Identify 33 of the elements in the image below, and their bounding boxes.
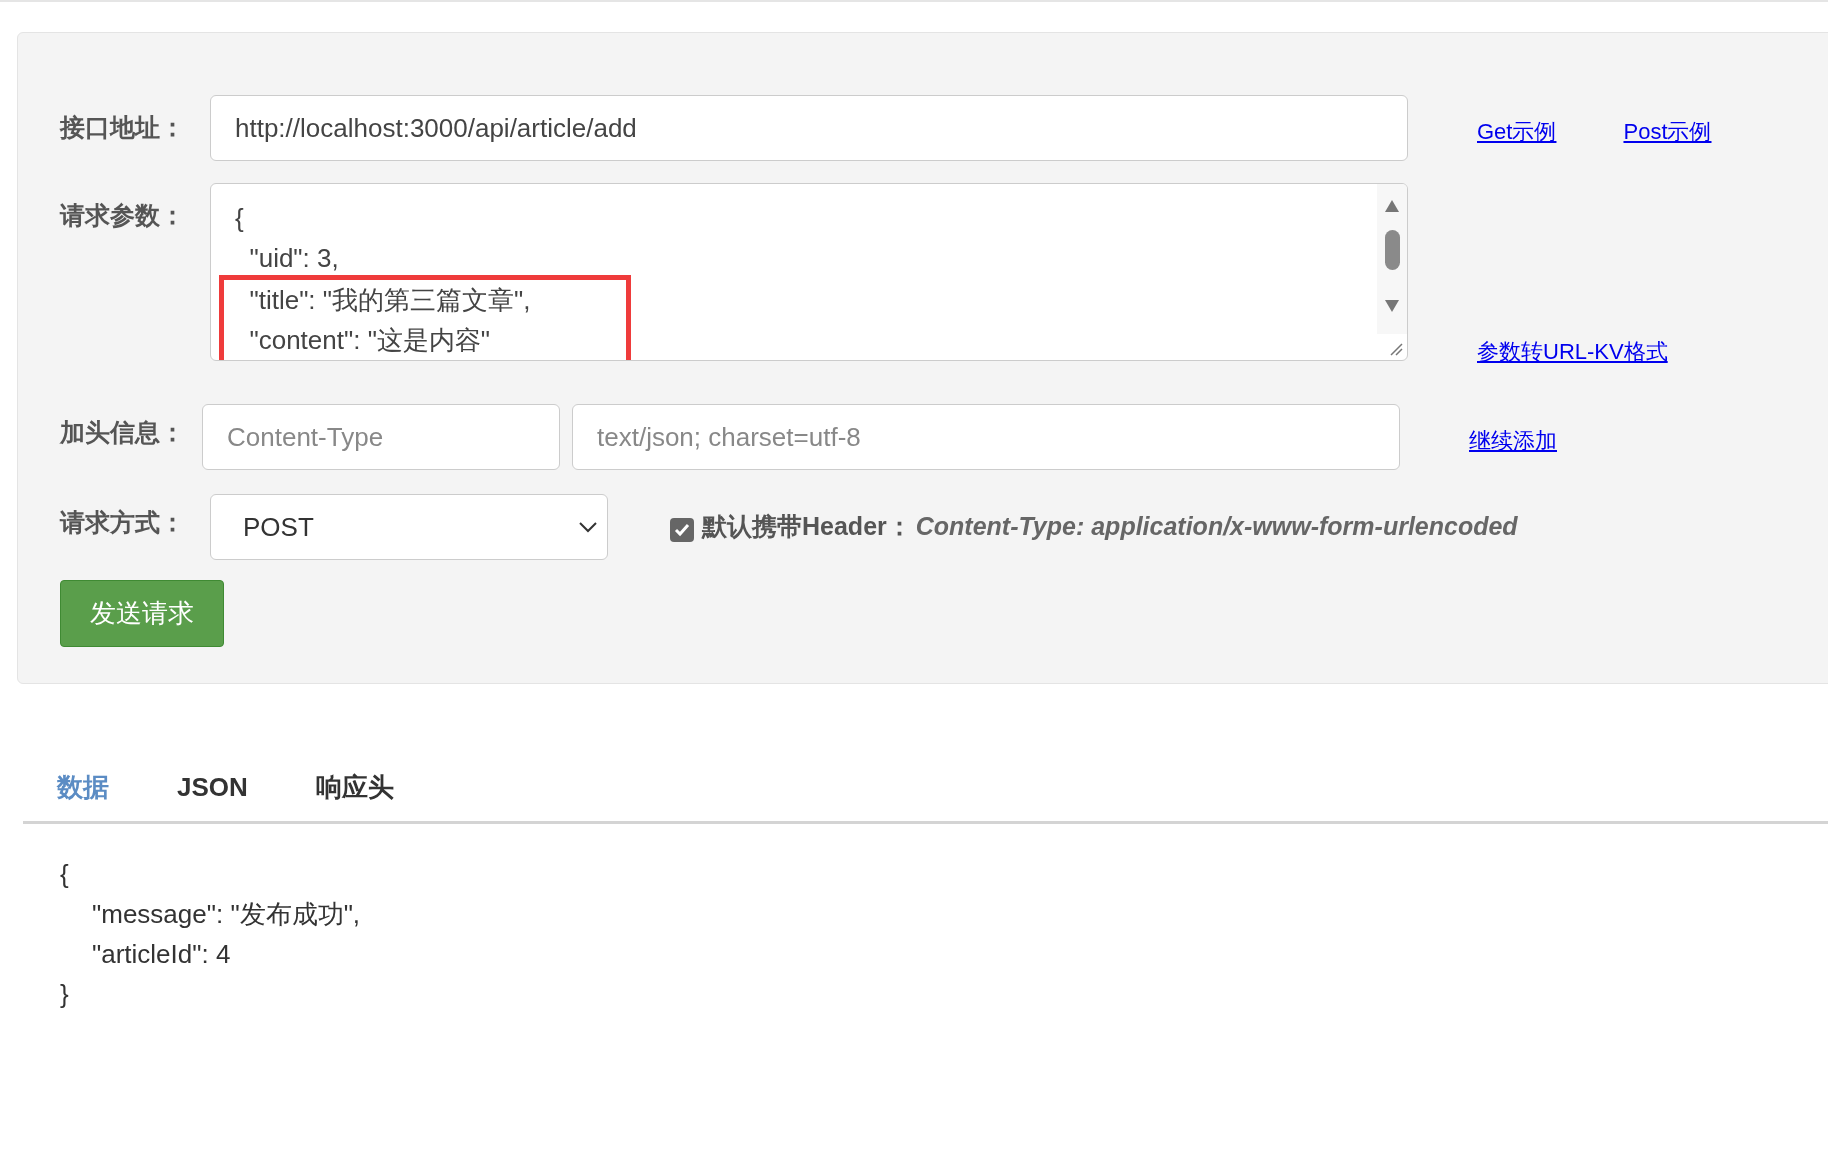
code-line: "content": "这是内容"	[248, 324, 491, 357]
header-value-field[interactable]: text/json; charset=utf-8	[572, 404, 1400, 470]
code-line: "title": "我的第三篇文章",	[248, 284, 531, 317]
header-name-field[interactable]: Content-Type	[202, 404, 560, 470]
response-line: "message": "发布成功",	[91, 898, 361, 931]
response-line: }	[60, 978, 69, 1011]
resize-handle-icon[interactable]	[1389, 342, 1403, 356]
convert-link[interactable]: 参数转URL-KV格式	[1477, 335, 1668, 368]
tab[interactable]: 数据	[57, 768, 109, 821]
checkbox-label: 默认携带Header：	[702, 511, 912, 542]
url-field[interactable]: http://localhost:3000/api/article/add	[210, 95, 1408, 161]
add-header-link[interactable]: 继续添加	[1469, 424, 1557, 457]
example-link[interactable]: Get示例	[1477, 115, 1557, 148]
code-line: {	[235, 202, 244, 235]
field-label: 接口地址：	[60, 112, 186, 143]
scroll-up-icon[interactable]	[1385, 200, 1399, 212]
response-line: "articleId": 4	[91, 938, 231, 971]
chevron-down-icon	[579, 521, 597, 533]
tab[interactable]: 响应头	[315, 768, 394, 821]
scrollbar-thumb[interactable]	[1385, 230, 1400, 270]
example-link[interactable]: Post示例	[1623, 115, 1712, 148]
tab[interactable]: JSON	[177, 768, 248, 821]
scroll-down-icon[interactable]	[1385, 300, 1399, 312]
field-label: 加头信息：	[60, 417, 186, 448]
field-label: 请求方式：	[60, 507, 186, 538]
default-header-checkbox[interactable]	[670, 517, 694, 542]
code-line: "uid": 3,	[248, 242, 339, 275]
field-label: 请求参数：	[60, 200, 186, 231]
response-line: {	[60, 858, 69, 891]
method-select[interactable]: POST	[210, 494, 608, 560]
params-field[interactable]: { "uid": 3, "title": "我的第三篇文章", "content": "这是内容"	[210, 183, 1408, 361]
default-header-value: Content-Type: application/x-www-form-urlencoded	[915, 511, 1518, 542]
scrollbar[interactable]	[1377, 184, 1407, 334]
